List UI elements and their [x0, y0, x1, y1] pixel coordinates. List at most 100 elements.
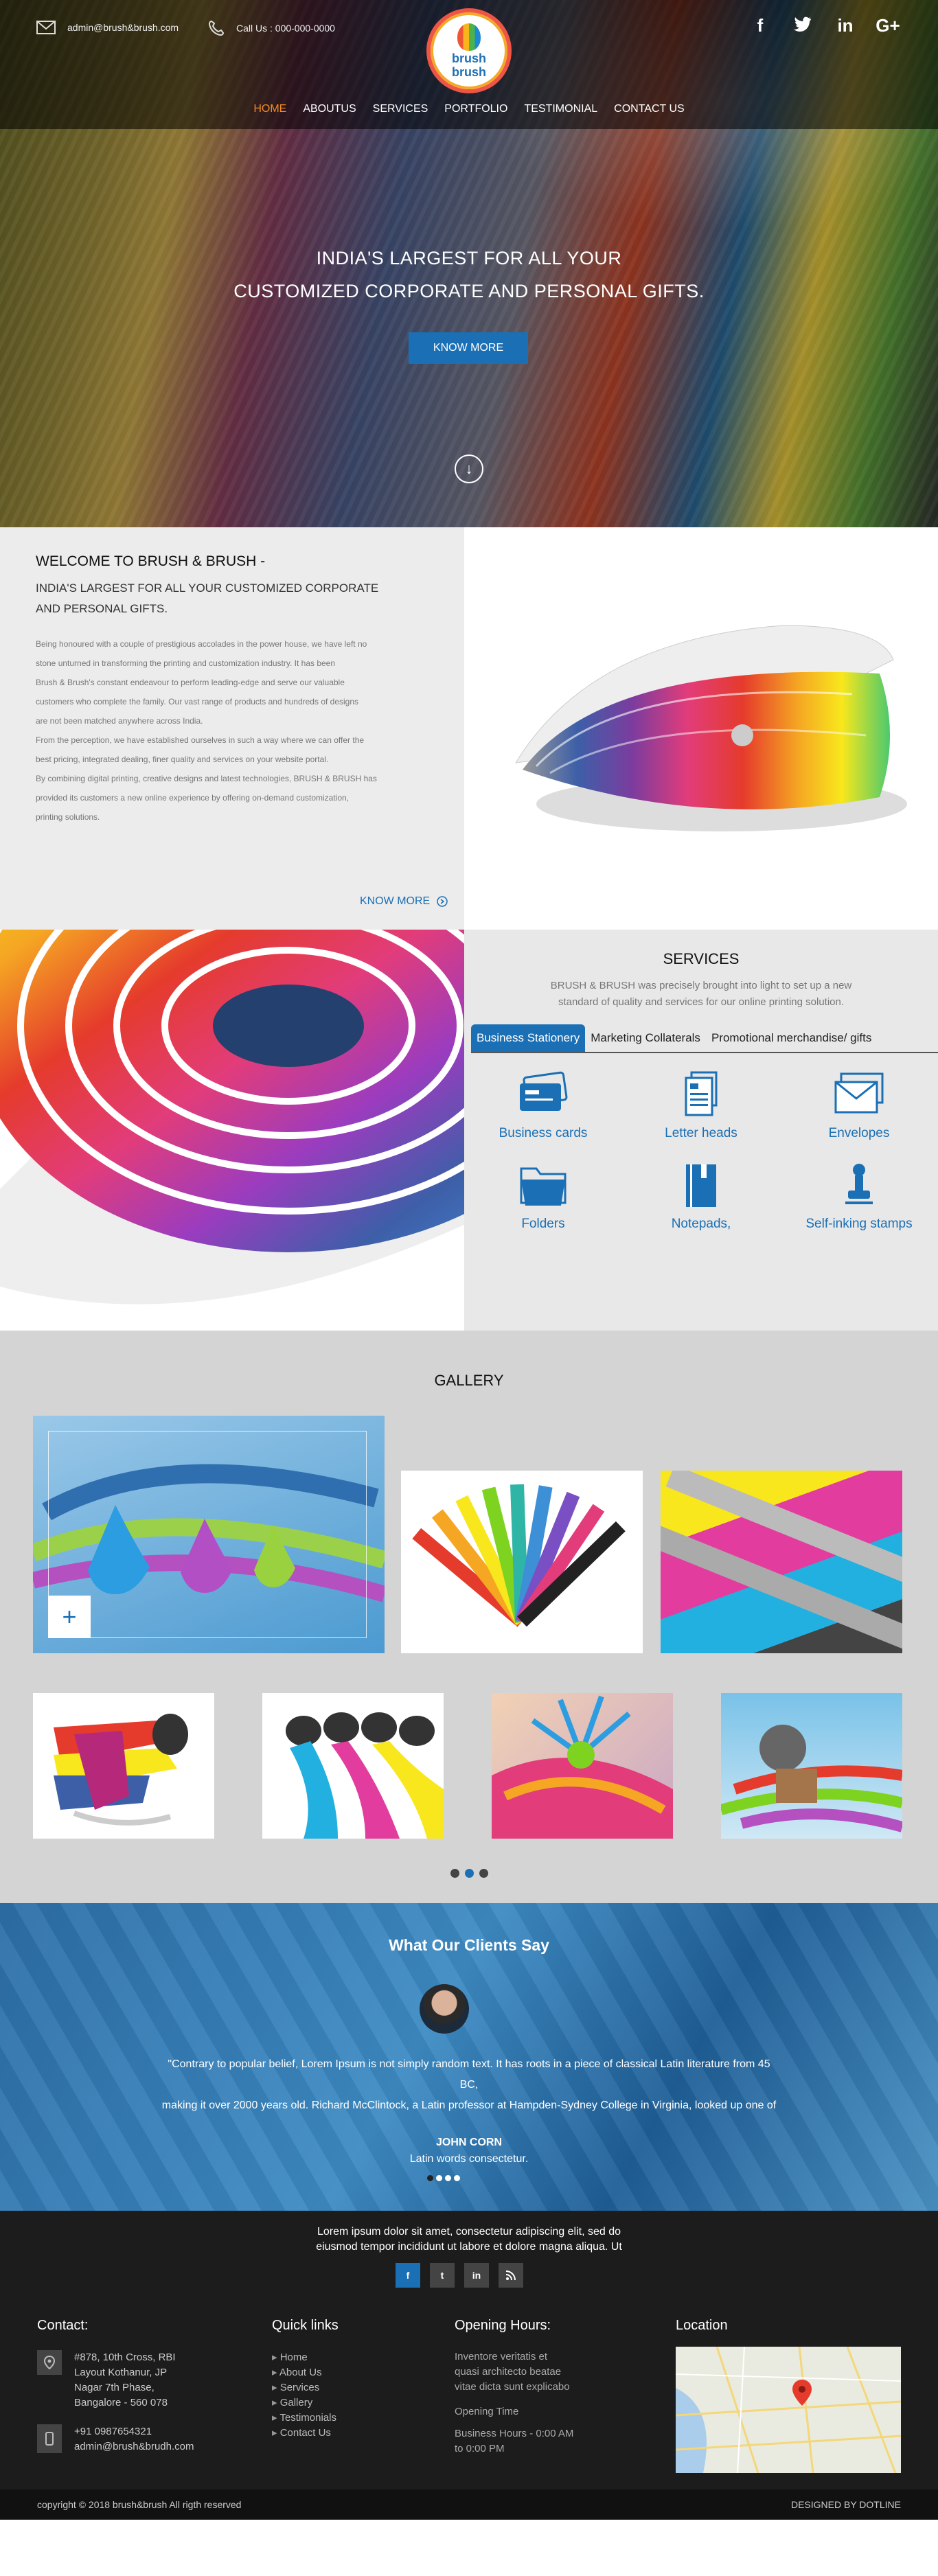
arrow-down-circle-icon[interactable]: ↓	[455, 455, 483, 483]
welcome-subtitle-line-2: AND PERSONAL GIFTS.	[36, 602, 168, 615]
nav-contact-us[interactable]: CONTACT US	[606, 103, 693, 115]
header-phone[interactable]: Call Us : 000-000-0000	[207, 19, 335, 37]
service-envelopes[interactable]: Envelopes	[780, 1071, 938, 1141]
service-notepads[interactable]: Notepads,	[622, 1162, 780, 1232]
tab-promotional-merchandise[interactable]: Promotional merchandise/ gifts	[706, 1024, 877, 1052]
location-map[interactable]	[675, 2346, 902, 2474]
footer-twitter-icon[interactable]: t	[430, 2263, 455, 2288]
gallery-dot-2[interactable]	[465, 1869, 474, 1878]
gallery-dot-1[interactable]	[450, 1869, 459, 1878]
gallery-item-gramophone[interactable]	[721, 1693, 902, 1839]
address-line: Bangalore - 560 078	[74, 2397, 168, 2408]
footer-social: f t in	[396, 2263, 523, 2288]
quick-link-gallery[interactable]: Gallery	[272, 2395, 339, 2411]
header-email[interactable]: admin@brush&brush.com	[36, 19, 179, 36]
gallery-hover-frame	[48, 1431, 367, 1638]
welcome-line: By combining digital printing, creative …	[36, 774, 377, 783]
business-hours-line: Business Hours - 0:00 AM	[455, 2428, 574, 2439]
footer-opening-hours: Opening Hours: Inventore veritatis et qu…	[455, 2318, 573, 2457]
testimonials-title: What Our Clients Say	[389, 1936, 549, 1954]
gallery-item-print-rollers[interactable]	[661, 1471, 902, 1653]
service-folders[interactable]: Folders	[464, 1162, 622, 1232]
hero-line-1: INDIA'S LARGEST FOR ALL YOUR	[316, 248, 622, 268]
testimonial-dot-3[interactable]	[445, 2175, 451, 2181]
welcome-line: From the perception, we have established…	[36, 735, 365, 745]
phone-icon	[208, 20, 225, 36]
gallery-item-ink-drops[interactable]: +	[33, 1416, 385, 1653]
tab-marketing-collaterals[interactable]: Marketing Collaterals	[585, 1024, 706, 1052]
notepad-icon	[686, 1164, 716, 1207]
arrow-right-circle-icon	[437, 896, 448, 907]
quick-link-services[interactable]: Services	[272, 2380, 339, 2395]
gallery-item-paint-cans[interactable]	[262, 1693, 444, 1839]
service-self-inking-stamps[interactable]: Self-inking stamps	[780, 1162, 938, 1232]
welcome-line: best pricing, integrated dealing, finer …	[36, 755, 329, 764]
location-title: Location	[676, 2318, 728, 2333]
footer-email[interactable]: admin@brush&brudh.com	[74, 2439, 194, 2454]
quick-link-home[interactable]: Home	[272, 2350, 339, 2365]
hours-text-line: Inventore veritatis et	[455, 2351, 548, 2362]
designed-by-text[interactable]: DESIGNED BY DOTLINE	[791, 2499, 901, 2510]
client-avatar	[420, 1984, 469, 2034]
hero-know-more-button[interactable]: KNOW MORE	[409, 332, 528, 364]
footer-facebook-icon[interactable]: f	[396, 2263, 420, 2288]
services-tabs: Business Stationery Marketing Collateral…	[471, 1024, 938, 1053]
nav-portfolio[interactable]: PORTFOLIO	[436, 103, 516, 115]
welcome-know-more-link[interactable]: KNOW MORE	[360, 895, 448, 908]
service-business-cards[interactable]: Business cards	[464, 1071, 622, 1141]
logo-text-top: brush	[451, 51, 486, 65]
service-label: Business cards	[499, 1126, 588, 1140]
gallery-dot-3[interactable]	[479, 1869, 488, 1878]
welcome-text-panel: WELCOME TO BRUSH & BRUSH - INDIA'S LARGE…	[0, 527, 464, 930]
copyright-text: copyright © 2018 brush&brush All rigth r…	[37, 2499, 242, 2510]
color-wheel-image	[0, 930, 464, 1331]
footer-intro-line-1: Lorem ipsum dolor sit amet, consectetur …	[317, 2226, 621, 2238]
quick-link-contact-us[interactable]: Contact Us	[272, 2426, 339, 2441]
testimonial-dot-2[interactable]	[436, 2175, 442, 2181]
welcome-title: WELCOME TO BRUSH & BRUSH -	[36, 553, 266, 569]
gallery-section: GALLERY +	[0, 1331, 938, 1903]
services-image-panel	[0, 930, 464, 1331]
footer: Lorem ipsum dolor sit amet, consectetur …	[0, 2211, 938, 2520]
welcome-line: printing solutions.	[36, 812, 100, 822]
gallery-item-pantone-fan[interactable]	[401, 1471, 643, 1653]
paint-splash-image	[492, 1695, 673, 1839]
services-title: SERVICES	[663, 950, 740, 967]
hours-text-line: quasi architecto beatae	[455, 2366, 562, 2378]
welcome-subtitle-line-1: INDIA'S LARGEST FOR ALL YOUR CUSTOMIZED …	[36, 582, 379, 595]
color-swatch-fan-image	[515, 625, 907, 831]
quick-link-about-us[interactable]: About Us	[272, 2365, 339, 2380]
gallery-expand-button[interactable]: +	[48, 1596, 91, 1638]
twitter-icon[interactable]	[781, 15, 824, 36]
tab-business-stationery[interactable]: Business Stationery	[471, 1024, 586, 1052]
nav-testimonial[interactable]: TESTIMONIAL	[516, 103, 606, 115]
welcome-line: Brush & Brush's constant endeavour to pe…	[36, 678, 345, 687]
gallery-item-paint-tube[interactable]	[33, 1693, 214, 1839]
footer-location: Location	[676, 2318, 728, 2350]
footer-linkedin-icon[interactable]: in	[464, 2263, 489, 2288]
footer-phone[interactable]: +91 0987654321	[74, 2424, 194, 2439]
service-letter-heads[interactable]: Letter heads	[622, 1071, 780, 1141]
welcome-line: Being honoured with a couple of prestigi…	[36, 639, 367, 649]
footer-contact-title: Contact:	[37, 2318, 89, 2333]
linkedin-icon[interactable]: in	[824, 15, 867, 36]
gallery-item-paint-splash[interactable]	[492, 1693, 673, 1839]
quick-link-testimonials[interactable]: Testimonials	[272, 2411, 339, 2426]
balloon-logo-icon	[457, 23, 481, 51]
testimonial-dot-1[interactable]	[427, 2175, 433, 2181]
opening-hours-title: Opening Hours:	[455, 2318, 551, 2333]
address-line: Nagar 7th Phase,	[74, 2382, 155, 2393]
logo[interactable]: brush brush	[426, 8, 512, 93]
nav-aboutus[interactable]: ABOUTUS	[295, 103, 364, 115]
mobile-phone-icon	[37, 2424, 62, 2453]
nav-services[interactable]: SERVICES	[365, 103, 437, 115]
footer-rss-icon[interactable]	[499, 2263, 523, 2288]
nav-home[interactable]: HOME	[245, 103, 295, 115]
facebook-icon[interactable]: f	[739, 15, 781, 36]
testimonial-dot-4[interactable]	[454, 2175, 460, 2181]
address-line: Layout Kothanur, JP	[74, 2367, 168, 2378]
mail-icon	[36, 21, 56, 34]
footer-intro-line-2: eiusmod tempor incididunt ut labore et d…	[316, 2241, 622, 2253]
phone-text: Call Us : 000-000-0000	[236, 23, 335, 34]
google-plus-icon[interactable]: G+	[867, 15, 909, 36]
